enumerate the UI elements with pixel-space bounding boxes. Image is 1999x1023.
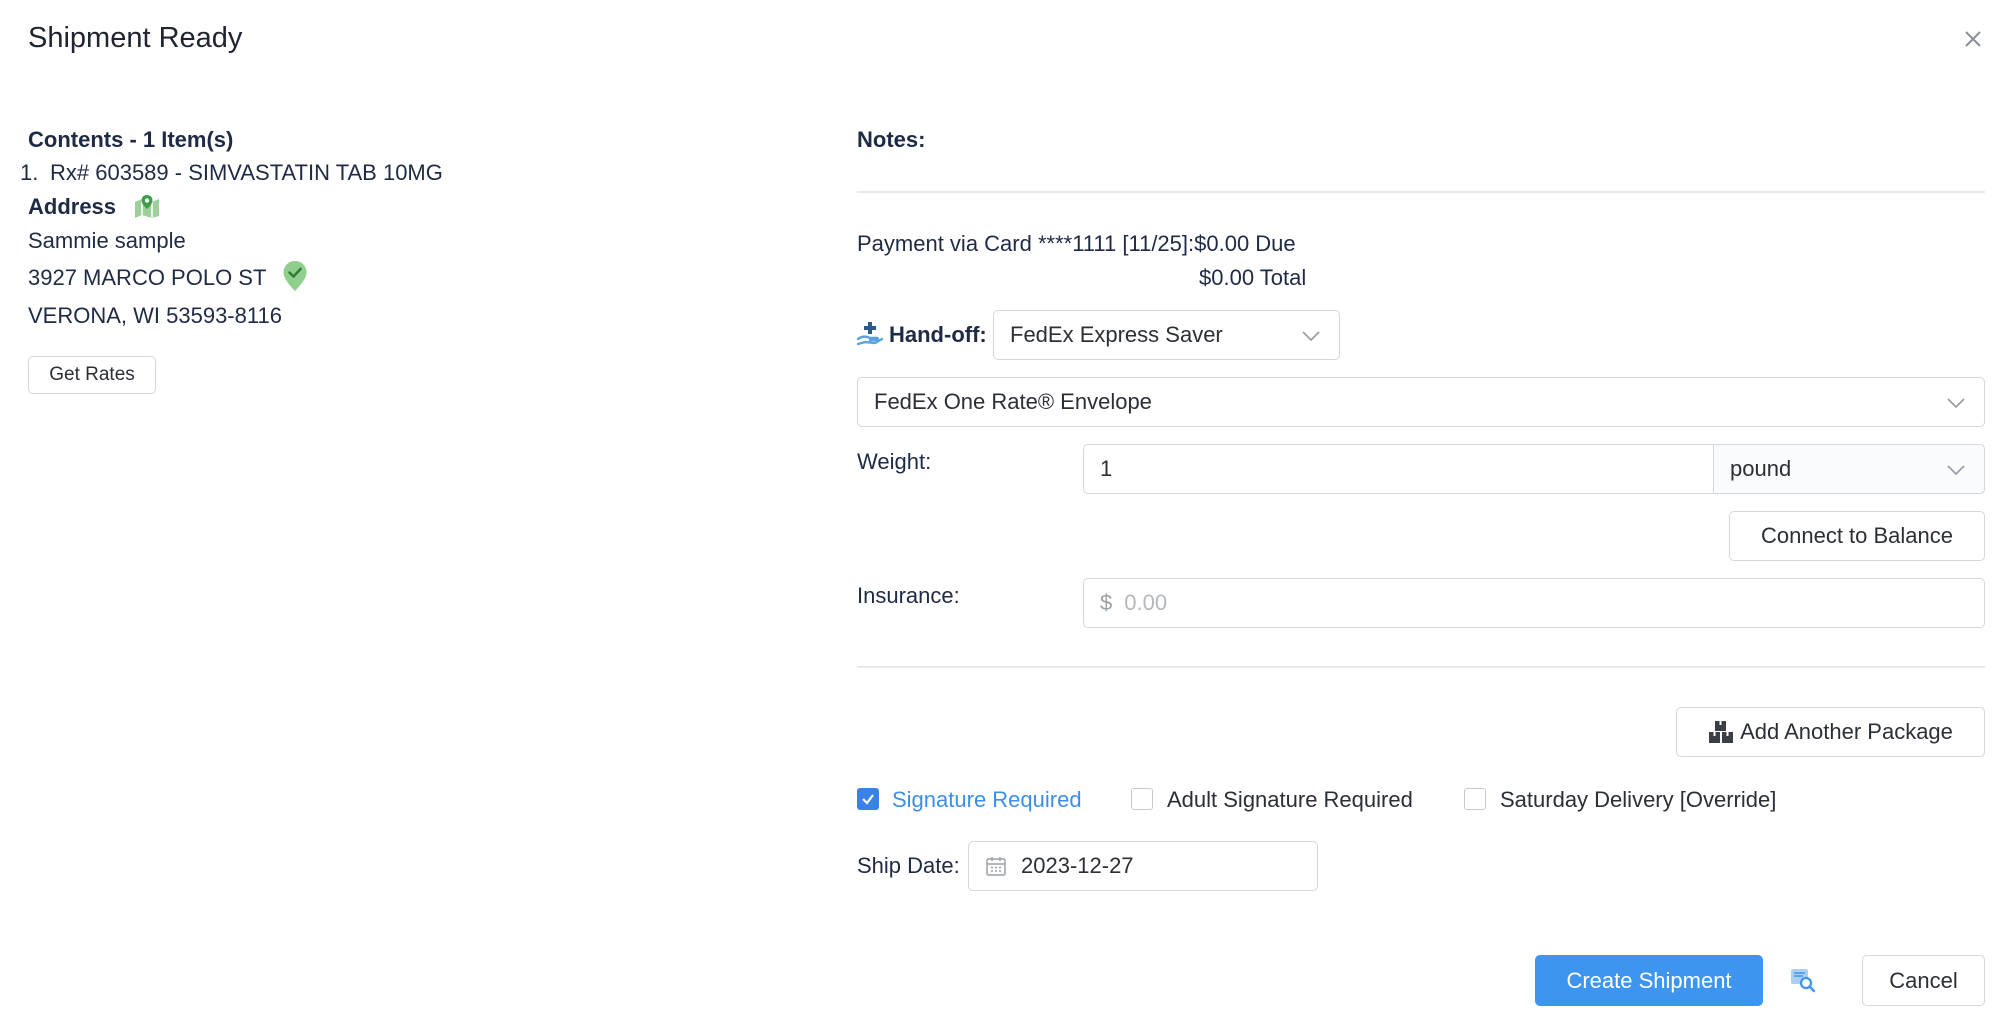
verified-check-icon	[283, 261, 307, 291]
package-type-value: FedEx One Rate® Envelope	[874, 389, 1152, 414]
item-rx: Rx# 603589 - SIMVASTATIN TAB 10MG	[50, 160, 443, 185]
saturday-delivery-checkbox[interactable]	[1464, 788, 1486, 810]
boxes-icon	[1709, 721, 1734, 743]
adult-signature-checkbox[interactable]	[1131, 788, 1153, 810]
handoff-label: Hand-off:	[889, 322, 987, 347]
package-type-select[interactable]: FedEx One Rate® Envelope	[857, 377, 1985, 427]
total-line: $0.00 Total	[1199, 265, 1307, 290]
payment-line: Payment via Card ****1111 [11/25]:$0.00 …	[857, 231, 1296, 256]
notes-label: Notes:	[857, 127, 926, 152]
hand-package-icon	[857, 322, 883, 346]
chevron-down-icon	[1947, 465, 1965, 476]
divider	[857, 666, 1985, 668]
connect-balance-button[interactable]: Connect to Balance	[1729, 511, 1985, 561]
insurance-prefix: $	[1100, 590, 1113, 615]
chevron-down-icon	[1947, 398, 1965, 409]
address-city: VERONA, WI 53593-8116	[28, 303, 282, 328]
weight-label: Weight:	[857, 449, 932, 474]
add-package-button[interactable]: Add Another Package	[1676, 707, 1985, 757]
item-number: 1.	[20, 160, 39, 185]
address-name: Sammie sample	[28, 228, 186, 253]
chevron-down-icon	[1302, 331, 1320, 342]
label-preview-icon[interactable]	[1789, 966, 1817, 994]
contents-heading: Contents - 1 Item(s)	[28, 127, 234, 152]
weight-input[interactable]: 1	[1083, 444, 1715, 494]
address-street: 3927 MARCO POLO ST	[28, 265, 267, 290]
ship-date-label: Ship Date:	[857, 853, 960, 878]
ship-date-input[interactable]: 2023-12-27	[968, 841, 1318, 891]
map-pin-icon[interactable]	[134, 194, 160, 218]
divider	[857, 191, 1985, 193]
insurance-label: Insurance:	[857, 583, 960, 608]
signature-required-checkbox[interactable]	[857, 788, 879, 810]
cancel-button[interactable]: Cancel	[1862, 955, 1985, 1006]
handoff-value: FedEx Express Saver	[1010, 322, 1223, 347]
saturday-delivery-label[interactable]: Saturday Delivery [Override]	[1500, 787, 1776, 813]
insurance-placeholder: 0.00	[1124, 590, 1168, 615]
modal-title: Shipment Ready	[28, 22, 243, 54]
address-heading: Address	[28, 194, 117, 219]
weight-unit-select[interactable]: pound	[1713, 444, 1985, 494]
add-package-label: Add Another Package	[1740, 719, 1953, 744]
checkmark-icon	[862, 794, 874, 805]
calendar-icon	[986, 857, 1006, 876]
weight-unit-value: pound	[1730, 456, 1792, 481]
close-icon[interactable]	[1960, 26, 1986, 52]
handoff-select[interactable]: FedEx Express Saver	[993, 310, 1340, 360]
insurance-input[interactable]: $ 0.00	[1083, 578, 1985, 628]
create-shipment-button[interactable]: Create Shipment	[1535, 955, 1763, 1006]
signature-required-label[interactable]: Signature Required	[892, 787, 1082, 813]
ship-date-value: 2023-12-27	[1021, 853, 1134, 878]
get-rates-button[interactable]: Get Rates	[28, 356, 156, 394]
weight-value: 1	[1100, 456, 1113, 481]
adult-signature-label[interactable]: Adult Signature Required	[1167, 787, 1413, 813]
